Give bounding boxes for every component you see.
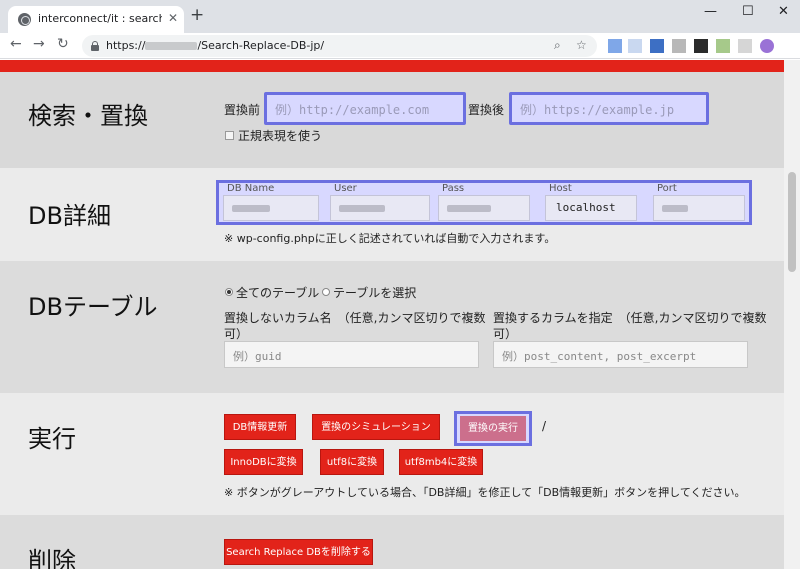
replace-after-label: 置換後 [468,103,505,117]
maximize-button[interactable]: ☐ [742,4,754,19]
extension-icon[interactable] [650,39,664,53]
replace-after-input[interactable]: 例）https://example.jp [509,92,709,125]
include-columns-input[interactable]: 例）post_content, post_excerpt [493,341,748,368]
db-host-field[interactable]: Host localhost [545,183,641,222]
extension-icon[interactable] [694,39,708,53]
simulate-replace-button[interactable]: 置換のシミュレーション [312,414,440,440]
close-window-button[interactable]: ✕ [778,4,789,19]
scrollbar-thumb[interactable] [788,172,796,272]
execute-replace-button[interactable]: 置換の実行 [460,416,526,441]
db-fields-group: DB Name User Pass Host localhost Port [216,180,752,225]
back-arrow-icon[interactable]: ← [10,36,22,52]
convert-utf8mb4-button[interactable]: utf8mb4に変換 [399,449,483,475]
replace-before-label: 置換前 [224,103,261,117]
tab-strip: interconnect/it : search replace d ✕ + —… [0,0,800,33]
db-details-title: DB詳細 [28,202,111,230]
db-pass-field[interactable]: Pass [438,183,530,222]
top-red-bar [0,60,784,72]
delete-section: 削除 Search Replace DBを削除する [0,515,784,569]
db-name-field[interactable]: DB Name [223,183,323,222]
new-tab-button[interactable]: + [190,7,204,24]
execute-replace-highlight: 置換の実行 [454,411,532,446]
redacted-value [339,205,385,212]
profile-avatar[interactable] [760,39,774,53]
delete-srdb-button[interactable]: Search Replace DBを削除する [224,539,373,565]
select-tables-radio[interactable] [322,288,330,296]
db-tables-section: DBテーブル 全てのテーブル テーブルを選択 置換しないカラム名 （任意,カンマ… [0,261,784,393]
lock-icon [91,41,99,51]
extension-icon[interactable] [738,39,752,53]
redacted-value [662,205,688,212]
convert-innodb-button[interactable]: InnoDBに変換 [224,449,303,475]
db-user-field[interactable]: User [330,183,430,222]
db-details-section: DB詳細 DB Name User Pass Host localhost Po… [0,168,784,261]
exclude-columns-input[interactable]: 例）guid [224,341,479,368]
db-autofill-note: ※ wp-config.phpに正しく記述されていれば自動で入力されます。 [224,232,556,245]
redacted-value [232,205,270,212]
url-text: https:///Search-Replace-DB-jp/ [106,39,325,52]
extension-icon[interactable] [672,39,686,53]
extension-icon[interactable] [716,39,730,53]
page-content: 検索・置換 置換前 例）http://example.com 置換後 例）htt… [0,60,784,569]
button-separator: / [542,419,547,433]
zoom-icon[interactable]: ⌕ [554,38,561,53]
all-tables-label: 全てのテーブル [236,286,320,300]
run-title: 実行 [28,425,76,453]
replace-before-input[interactable]: 例）http://example.com [264,92,466,125]
close-tab-icon[interactable]: ✕ [168,11,178,25]
db-port-field[interactable]: Port [653,183,747,222]
browser-toolbar: ← → ↻ https:///Search-Replace-DB-jp/ ⌕ ☆ [0,33,800,59]
include-columns-label-cont: 可） [493,327,518,341]
vertical-scrollbar[interactable] [784,60,800,569]
address-bar[interactable]: https:///Search-Replace-DB-jp/ ⌕ ☆ [82,35,597,57]
exclude-columns-label: 置換しないカラム名 （任意,カンマ区切りで複数 [224,311,486,325]
bookmark-star-icon[interactable]: ☆ [576,38,587,52]
select-tables-label: テーブルを選択 [333,286,417,300]
forward-arrow-icon[interactable]: → [33,36,45,52]
convert-utf8-button[interactable]: utf8に変換 [320,449,384,475]
all-tables-radio[interactable] [225,288,233,296]
globe-icon [18,13,31,26]
browser-tab[interactable]: interconnect/it : search replace d ✕ [8,6,184,33]
run-section: 実行 DB情報更新 置換のシミュレーション 置換の実行 / InnoDBに変換 … [0,393,784,515]
regex-checkbox[interactable] [225,131,234,140]
grayed-out-note: ※ ボタンがグレーアウトしている場合、「DB詳細」を修正して「DB情報更新」ボタ… [224,486,746,499]
search-replace-title: 検索・置換 [28,102,148,130]
tab-title: interconnect/it : search replace d [38,12,162,25]
regex-label: 正規表現を使う [238,129,323,143]
redacted-domain [145,42,198,50]
include-columns-label: 置換するカラムを指定 （任意,カンマ区切りで複数 [493,311,767,325]
delete-title: 削除 [28,547,76,569]
redacted-value [447,205,491,212]
extension-icon[interactable] [628,39,642,53]
update-db-button[interactable]: DB情報更新 [224,414,296,440]
extension-icon[interactable] [608,39,622,53]
search-replace-section: 検索・置換 置換前 例）http://example.com 置換後 例）htt… [0,72,784,168]
db-tables-title: DBテーブル [28,293,158,321]
exclude-columns-label-cont: 可） [224,327,249,341]
reload-icon[interactable]: ↻ [57,36,69,52]
minimize-button[interactable]: — [704,4,717,19]
